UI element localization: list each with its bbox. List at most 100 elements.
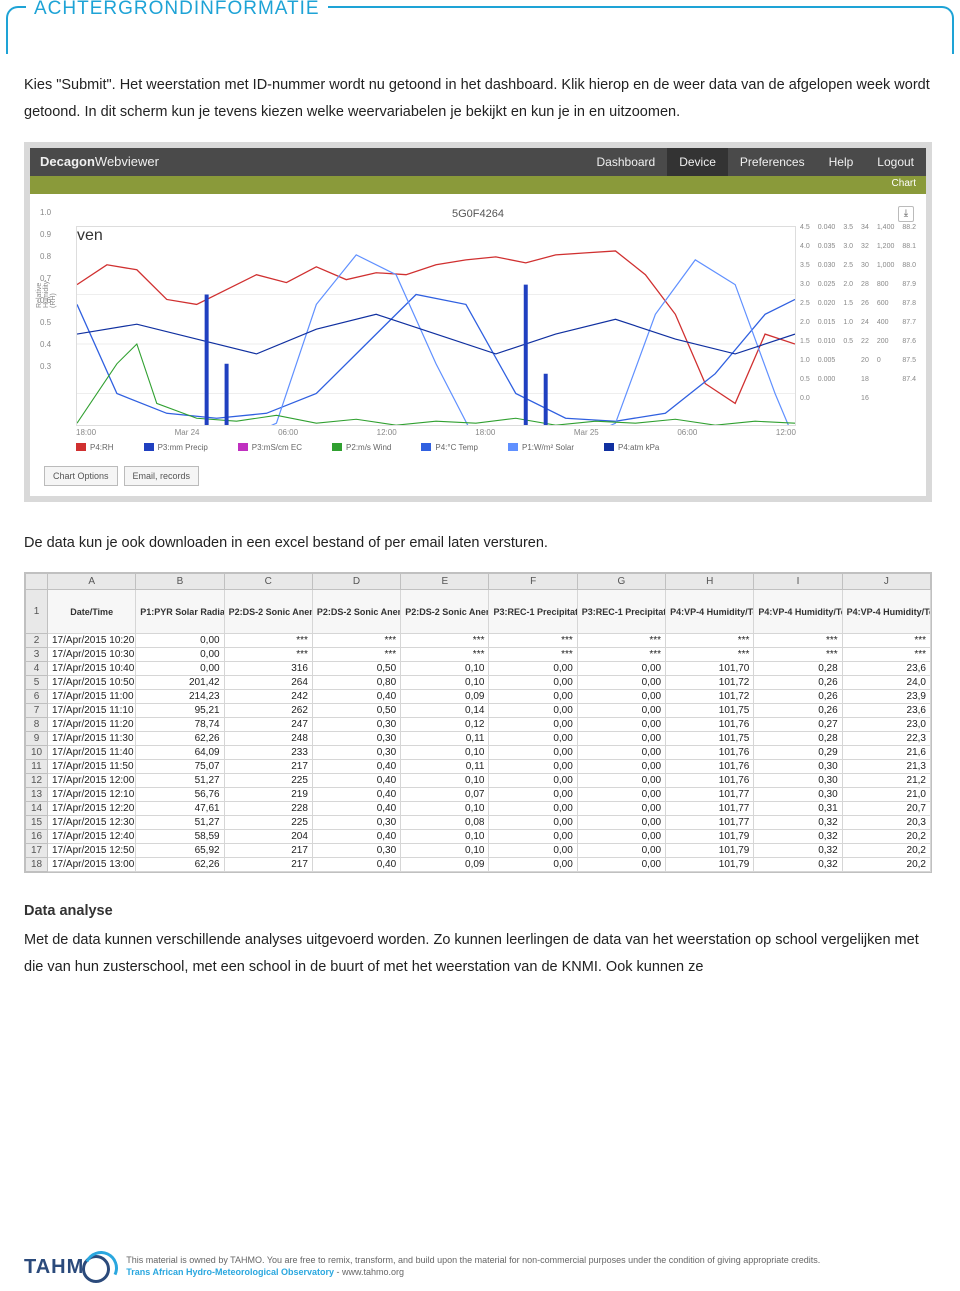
row-number[interactable]: 16 (26, 830, 48, 844)
cell: 0,00 (577, 788, 665, 802)
col-letter[interactable]: G (577, 574, 665, 590)
corner-cell[interactable] (26, 574, 48, 590)
nav-item-preferences[interactable]: Preferences (728, 148, 817, 176)
col-letter[interactable]: D (312, 574, 400, 590)
cell: 0,40 (312, 830, 400, 844)
cell-datetime: 17/Apr/2015 11:20 (48, 718, 136, 732)
row-number[interactable]: 8 (26, 718, 48, 732)
tick: 0.3 (40, 362, 51, 384)
intro-paragraph: Kies "Submit". Het weerstation met ID-nu… (24, 72, 936, 126)
cell: *** (224, 634, 312, 648)
download-icon[interactable]: ⤓ (898, 206, 914, 222)
legend-item: P3:mm Precip (144, 443, 208, 452)
x-tick: 06:00 (278, 428, 298, 437)
legend-item: P1:W/m² Solar (508, 443, 574, 452)
row-number[interactable]: 1 (26, 590, 48, 634)
cell: 21,6 (842, 746, 930, 760)
cell: 101,70 (666, 662, 754, 676)
cell: 0,00 (489, 858, 577, 872)
nav-item-dashboard[interactable]: Dashboard (585, 148, 668, 176)
cell: 0,11 (401, 760, 489, 774)
cell: 101,77 (666, 788, 754, 802)
legend-label: P3:mS/cm EC (252, 443, 302, 452)
table-header: P4:VP-4 Humidity/Temp/B arometer °C (842, 590, 930, 634)
row-number[interactable]: 2 (26, 634, 48, 648)
cell: 101,76 (666, 718, 754, 732)
email-records-button[interactable]: Email, records (124, 466, 200, 486)
cell: 101,76 (666, 746, 754, 760)
table-row: 917/Apr/2015 11:3062,262480,300,110,000,… (26, 732, 931, 746)
nav-item-help[interactable]: Help (817, 148, 866, 176)
row-number[interactable]: 3 (26, 648, 48, 662)
table-row: 217/Apr/2015 10:200,00******************… (26, 634, 931, 648)
col-letter[interactable]: F (489, 574, 577, 590)
cell: 23,0 (842, 718, 930, 732)
cell: 0,00 (136, 634, 224, 648)
cell: 0,00 (577, 830, 665, 844)
cell-datetime: 17/Apr/2015 13:00 (48, 858, 136, 872)
col-letter[interactable]: A (48, 574, 136, 590)
footer-line1: This material is owned by TAHMO. You are… (126, 1255, 936, 1267)
cell-datetime: 17/Apr/2015 12:10 (48, 788, 136, 802)
row-number[interactable]: 18 (26, 858, 48, 872)
cell: 0,09 (401, 690, 489, 704)
cell: 64,09 (136, 746, 224, 760)
cell: *** (401, 648, 489, 662)
nav-item-logout[interactable]: Logout (865, 148, 926, 176)
cell: 0,10 (401, 802, 489, 816)
cell: 0,80 (312, 676, 400, 690)
right-y-axes: 4.54.03.53.02.52.01.51.00.50.00.0400.035… (800, 224, 916, 402)
footer-org-name: Trans African Hydro-Meteorological Obser… (126, 1267, 334, 1277)
cell: 204 (224, 830, 312, 844)
row-number[interactable]: 14 (26, 802, 48, 816)
row-number[interactable]: 13 (26, 788, 48, 802)
col-letter[interactable]: B (136, 574, 224, 590)
tahmo-logo-o-icon (82, 1253, 110, 1281)
table-header: P3:REC-1 Precipitation/EC mS/cm (489, 590, 577, 634)
cell-datetime: 17/Apr/2015 12:20 (48, 802, 136, 816)
col-letter[interactable]: H (666, 574, 754, 590)
cell: 264 (224, 676, 312, 690)
row-number[interactable]: 15 (26, 816, 48, 830)
row-number[interactable]: 10 (26, 746, 48, 760)
table-header: P4:VP-4 Humidity/Temp/B arometer kPa (666, 590, 754, 634)
cell: 225 (224, 816, 312, 830)
chart-options-button[interactable]: Chart Options (44, 466, 118, 486)
cell: 62,26 (136, 732, 224, 746)
row-number[interactable]: 17 (26, 844, 48, 858)
col-letter[interactable]: I (754, 574, 842, 590)
nav-item-device[interactable]: Device (667, 148, 728, 176)
col-letter[interactable]: C (224, 574, 312, 590)
table-row: 1717/Apr/2015 12:5065,922170,300,100,000… (26, 844, 931, 858)
cell: 0,14 (401, 704, 489, 718)
cell: 0,30 (312, 732, 400, 746)
tahmo-logo-text: TAHM (24, 1256, 84, 1279)
cell: 0,11 (401, 732, 489, 746)
cell: 225 (224, 774, 312, 788)
legend-item: P2:m/s Wind (332, 443, 391, 452)
table-row: 717/Apr/2015 11:1095,212620,500,140,000,… (26, 704, 931, 718)
cell: 0,00 (577, 774, 665, 788)
x-tick: 18:00 (76, 428, 96, 437)
row-number[interactable]: 11 (26, 760, 48, 774)
row-number[interactable]: 7 (26, 704, 48, 718)
row-number[interactable]: 12 (26, 774, 48, 788)
cell: 201,42 (136, 676, 224, 690)
row-number[interactable]: 9 (26, 732, 48, 746)
col-letter[interactable]: J (842, 574, 930, 590)
cell: 56,76 (136, 788, 224, 802)
row-number[interactable]: 6 (26, 690, 48, 704)
legend-label: P4:atm kPa (618, 443, 659, 452)
cell: 0,00 (136, 662, 224, 676)
mid-paragraph: De data kun je ook downloaden in een exc… (24, 530, 936, 557)
row-number[interactable]: 4 (26, 662, 48, 676)
tick: 0.4 (40, 340, 51, 362)
col-letter[interactable]: E (401, 574, 489, 590)
table-row: 317/Apr/2015 10:300,00******************… (26, 648, 931, 662)
legend-swatch (332, 443, 342, 451)
cell: 0,00 (577, 760, 665, 774)
cell: 101,72 (666, 690, 754, 704)
row-number[interactable]: 5 (26, 676, 48, 690)
cell: 248 (224, 732, 312, 746)
cell: 0,00 (489, 746, 577, 760)
